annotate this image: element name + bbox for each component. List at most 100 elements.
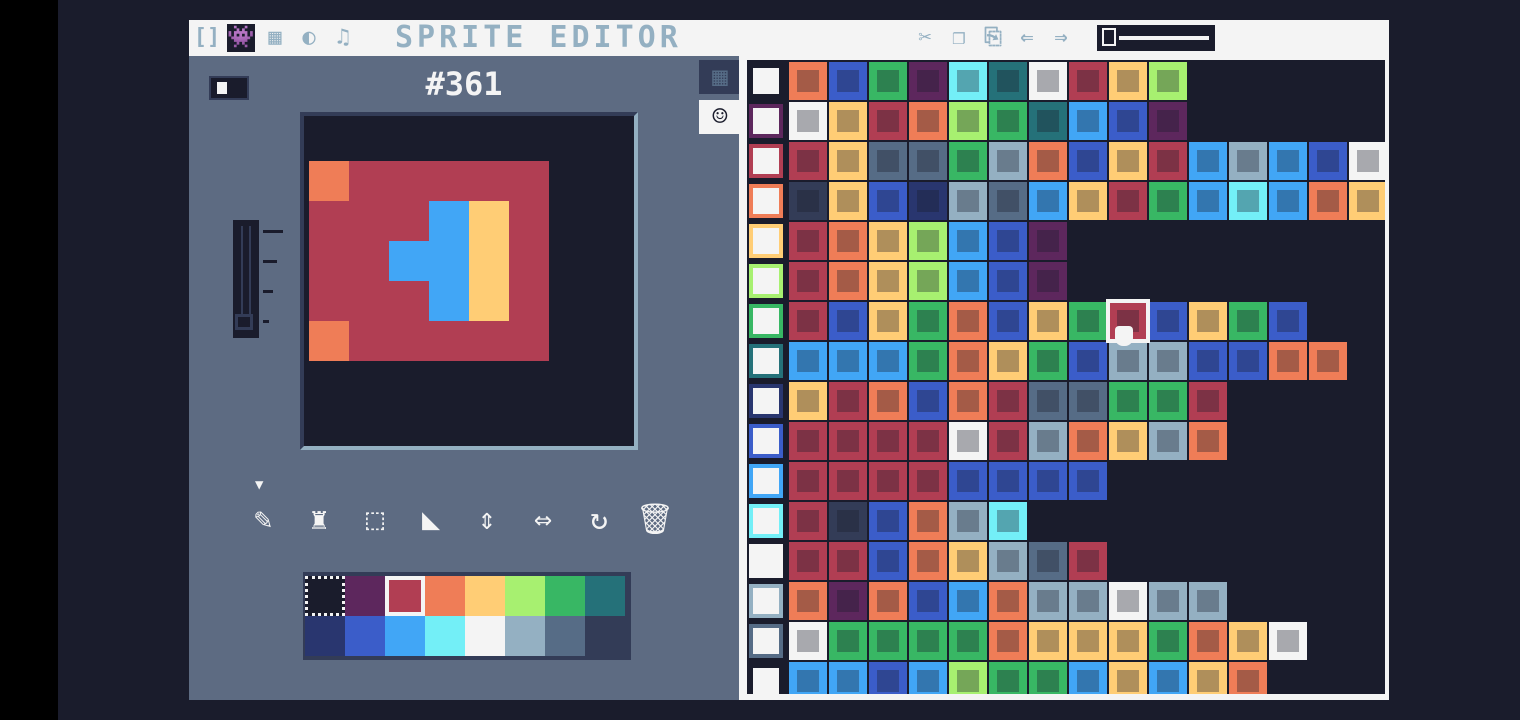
sprite-cell[interactable]: [869, 462, 907, 500]
sprite-cell[interactable]: [789, 382, 827, 420]
sprite-cell[interactable]: [1269, 342, 1307, 380]
sheet-row-marker[interactable]: [749, 64, 783, 98]
sprite-cell[interactable]: [1229, 342, 1267, 380]
sprite-cell[interactable]: [1149, 622, 1187, 660]
sprite-cell[interactable]: [1069, 342, 1107, 380]
sprite-cell[interactable]: [1029, 462, 1067, 500]
sprite-cell[interactable]: [1109, 102, 1147, 140]
sprite-cell[interactable]: [1029, 222, 1067, 260]
sprite-cell[interactable]: [989, 582, 1027, 620]
sprite-cell[interactable]: [1029, 422, 1067, 460]
sprite-cell[interactable]: [1269, 142, 1307, 180]
sprite-cell[interactable]: [989, 502, 1027, 540]
tiles-tab-icon[interactable]: ▦: [699, 60, 741, 94]
sprite-cell[interactable]: [869, 542, 907, 580]
sprite-cell[interactable]: [989, 662, 1027, 694]
sprite-cell[interactable]: [909, 342, 947, 380]
sprite-cell[interactable]: [1309, 182, 1347, 220]
sprite-editor-icon[interactable]: 👾: [227, 24, 255, 52]
sprite-cell[interactable]: [949, 262, 987, 300]
sheet-row-marker[interactable]: [749, 344, 783, 378]
sprite-cell[interactable]: [949, 622, 987, 660]
sprite-cell[interactable]: [1149, 62, 1187, 100]
sprite-cell[interactable]: [789, 542, 827, 580]
palette-swatch[interactable]: [425, 616, 465, 656]
sprite-cell[interactable]: [1149, 382, 1187, 420]
sprite-cell[interactable]: [949, 662, 987, 694]
fill-icon[interactable]: ◣: [413, 500, 449, 540]
sprite-cell[interactable]: [949, 302, 987, 340]
sprite-cell[interactable]: [869, 222, 907, 260]
sprite-cell[interactable]: [829, 62, 867, 100]
sprite-cell[interactable]: [869, 422, 907, 460]
sprite-cell[interactable]: [1029, 62, 1067, 100]
sprite-cell[interactable]: [909, 662, 947, 694]
sprite-cell[interactable]: [1029, 342, 1067, 380]
sprite-cell[interactable]: [789, 142, 827, 180]
sprite-cell[interactable]: [829, 102, 867, 140]
sprite-cell[interactable]: [869, 262, 907, 300]
sprite-cell[interactable]: [909, 502, 947, 540]
sprite-cell[interactable]: [989, 382, 1027, 420]
sprite-cell[interactable]: [789, 302, 827, 340]
sprite-cell[interactable]: [789, 262, 827, 300]
sprite-cell[interactable]: [1189, 662, 1227, 694]
sprite-cell[interactable]: [789, 342, 827, 380]
stamp-icon[interactable]: ♜: [301, 500, 337, 540]
sprite-cell[interactable]: [1109, 422, 1147, 460]
sprite-cell[interactable]: [1149, 142, 1187, 180]
sprite-cell[interactable]: [1189, 302, 1227, 340]
palette-swatch[interactable]: [505, 576, 545, 616]
map-editor-icon[interactable]: ▦: [261, 24, 289, 52]
sprite-cell[interactable]: [909, 622, 947, 660]
sprite-cell[interactable]: [1109, 622, 1147, 660]
sprite-cell[interactable]: [1029, 142, 1067, 180]
sprite-cell[interactable]: [1069, 462, 1107, 500]
sprite-cell[interactable]: [1189, 422, 1227, 460]
sprite-cell[interactable]: [1109, 382, 1147, 420]
sprite-cell[interactable]: [1069, 622, 1107, 660]
zoom-knob[interactable]: [1102, 28, 1116, 46]
sprite-cell[interactable]: [989, 622, 1027, 660]
sprite-cell[interactable]: [989, 102, 1027, 140]
sprite-cell[interactable]: [1069, 142, 1107, 180]
sprite-cell[interactable]: [909, 102, 947, 140]
sprite-cell[interactable]: [829, 462, 867, 500]
palette-swatch[interactable]: [465, 576, 505, 616]
sprite-cell[interactable]: [869, 662, 907, 694]
sprite-cell[interactable]: [789, 622, 827, 660]
sprite-cell[interactable]: [949, 462, 987, 500]
sprite-cell[interactable]: [1149, 422, 1187, 460]
sprite-cell[interactable]: [989, 422, 1027, 460]
sprite-cell[interactable]: [829, 342, 867, 380]
sprite-cell[interactable]: [1029, 182, 1067, 220]
sprite-cell[interactable]: [989, 462, 1027, 500]
copy-icon[interactable]: ❐: [945, 24, 973, 52]
sprite-cell[interactable]: [1269, 182, 1307, 220]
sprite-cell[interactable]: [909, 142, 947, 180]
sheet-row-marker[interactable]: [749, 464, 783, 498]
sheet-row-marker[interactable]: [749, 504, 783, 538]
sprite-cell[interactable]: [1109, 182, 1147, 220]
sprite-cell[interactable]: [1029, 542, 1067, 580]
sprite-cell[interactable]: [1149, 582, 1187, 620]
flip-horizontal-icon[interactable]: ⇔: [525, 500, 561, 540]
sprite-cell[interactable]: [1229, 182, 1267, 220]
sprite-cell[interactable]: [909, 262, 947, 300]
sprite-cell[interactable]: [1069, 302, 1107, 340]
sheet-row-marker[interactable]: [749, 424, 783, 458]
sprite-cell[interactable]: [829, 142, 867, 180]
code-editor-icon[interactable]: []: [193, 24, 221, 52]
sprite-cell[interactable]: [789, 502, 827, 540]
palette-swatch[interactable]: [345, 576, 385, 616]
sprite-cell[interactable]: [789, 662, 827, 694]
sprite-cell[interactable]: [1189, 622, 1227, 660]
select-icon[interactable]: ⬚: [357, 500, 393, 540]
undo-icon[interactable]: ⇐: [1013, 24, 1041, 52]
sprite-cell[interactable]: [1349, 182, 1385, 220]
sprite-cell[interactable]: [949, 582, 987, 620]
sprite-cell[interactable]: [989, 62, 1027, 100]
sheet-row-marker[interactable]: [749, 664, 783, 694]
sprite-cell[interactable]: [829, 582, 867, 620]
sheet-row-marker[interactable]: [749, 104, 783, 138]
